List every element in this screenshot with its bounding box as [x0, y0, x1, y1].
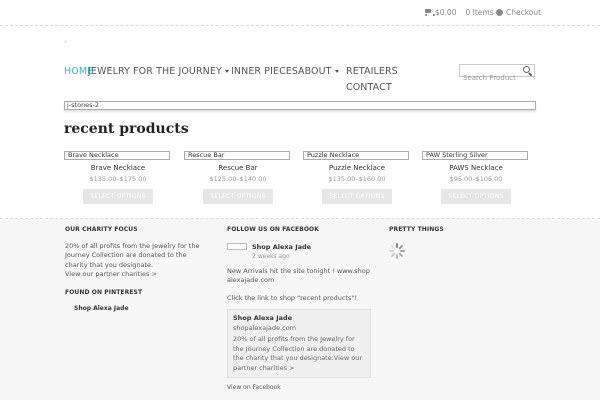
product-name[interactable]: Rescue Bar — [184, 164, 292, 172]
product-card: Brave Necklace Brave Necklace $135.00–$1… — [64, 151, 172, 204]
facebook-link-card[interactable]: Shop Alexa Jade shopalexajade.com 20% of… — [227, 309, 371, 378]
facebook-page-header: Shop Alexa Jade 2 weeks ago — [227, 241, 373, 263]
product-card: Rescue Bar Rescue Bar $125.00–$140.00 SE… — [184, 151, 292, 204]
nav-about[interactable]: ABOUT — [298, 66, 339, 77]
nav-contact-label: CONTACT — [346, 82, 392, 93]
nav-retailers[interactable]: RETAILERS — [346, 66, 398, 77]
product-card: Puzzle Necklace Puzzle Necklace $135.00–… — [303, 151, 411, 204]
facebook-card-text: 20% of all profits from the Jewelry for … — [233, 335, 363, 372]
product-image[interactable]: Puzzle Necklace — [303, 151, 409, 160]
cart-total: $0.00 — [435, 8, 457, 17]
facebook-card-title: Shop Alexa Jade — [233, 314, 293, 322]
checkout-icon — [496, 9, 503, 16]
select-options-button[interactable]: SELECT OPTIONS — [322, 189, 392, 204]
select-options-button[interactable]: SELECT OPTIONS — [83, 189, 153, 204]
product-image[interactable]: Brave Necklace — [64, 151, 170, 160]
product-price: $95.00–$105.00 — [449, 175, 503, 183]
product-price: $135.00–$160.00 — [328, 175, 386, 183]
facebook-column: FOLLOW US ON FACEBOOK Shop Alexa Jade 2 … — [227, 225, 373, 393]
page-banner-image: j-stones-2 — [64, 101, 536, 110]
section-title: recent products — [64, 121, 189, 137]
search-box — [459, 64, 535, 84]
product-card: PAW Sterling Silver PAWS Necklace $95.00… — [422, 151, 530, 204]
chevron-down-icon — [334, 70, 339, 73]
cart-items: 0 Items — [465, 8, 494, 17]
top-bar: $0.00 0 Items Checkout — [0, 0, 600, 26]
product-name[interactable]: Puzzle Necklace — [303, 164, 411, 172]
search-input[interactable] — [460, 72, 520, 84]
nav-jewelry-label: JEWELRY FOR THE JOURNEY — [88, 66, 222, 77]
nav-inner-label: INNER PIECES — [231, 66, 299, 77]
facebook-post-time: 2 weeks ago — [252, 252, 290, 260]
product-image[interactable]: PAW Sterling Silver — [422, 151, 528, 160]
checkout-label: Checkout — [506, 8, 542, 17]
facebook-post-text-2: Click the link to shop "recent products"… — [227, 293, 357, 302]
nav-inner-pieces[interactable]: INNER PIECES — [231, 66, 298, 77]
cart-link[interactable]: $0.00 0 Items — [424, 8, 494, 17]
product-price: $135.00–$175.00 — [89, 175, 147, 183]
nav-retailers-label: RETAILERS — [346, 66, 398, 77]
product-name[interactable]: PAWS Necklace — [422, 164, 530, 172]
cart-icon — [424, 9, 435, 16]
facebook-card-url: shopalexajade.com — [233, 323, 296, 332]
checkout-link[interactable]: Checkout — [496, 8, 541, 17]
site-logo[interactable]: ° — [64, 40, 67, 47]
select-options-button[interactable]: SELECT OPTIONS — [441, 189, 511, 204]
charity-link[interactable]: View our partner charities > — [65, 270, 157, 278]
facebook-avatar[interactable] — [227, 242, 247, 250]
nav-jewelry[interactable]: JEWELRY FOR THE JOURNEY — [88, 66, 229, 77]
chevron-down-icon — [224, 70, 229, 73]
charity-heading: OUR CHARITY FOCUS — [65, 226, 138, 233]
product-image[interactable]: Rescue Bar — [184, 151, 290, 160]
facebook-heading: FOLLOW US ON FACEBOOK — [227, 226, 320, 233]
product-name[interactable]: Brave Necklace — [64, 164, 172, 172]
pretty-things-column: PRETTY THINGS — [389, 225, 529, 259]
charity-text: 20% of all profits from the Jewelry for … — [65, 241, 200, 269]
product-price: $125.00–$140.00 — [209, 175, 267, 183]
nav-contact[interactable]: CONTACT — [346, 82, 392, 93]
select-options-button[interactable]: SELECT OPTIONS — [203, 189, 273, 204]
spinner-icon — [389, 242, 405, 259]
footer: OUR CHARITY FOCUS 20% of all profits fro… — [0, 218, 600, 400]
view-on-facebook-link[interactable]: View on Facebook — [227, 383, 373, 393]
charity-column: OUR CHARITY FOCUS 20% of all profits fro… — [65, 225, 205, 314]
nav-about-label: ABOUT — [298, 66, 332, 77]
search-icon[interactable] — [523, 66, 532, 75]
pinterest-profile-link[interactable]: Shop Alexa Jade — [74, 304, 205, 314]
facebook-post-text: New Arrivals hit the site tonight ! www.… — [227, 266, 370, 285]
pinterest-heading: FOUND ON PINTEREST — [65, 288, 143, 296]
pretty-things-heading: PRETTY THINGS — [389, 226, 444, 233]
